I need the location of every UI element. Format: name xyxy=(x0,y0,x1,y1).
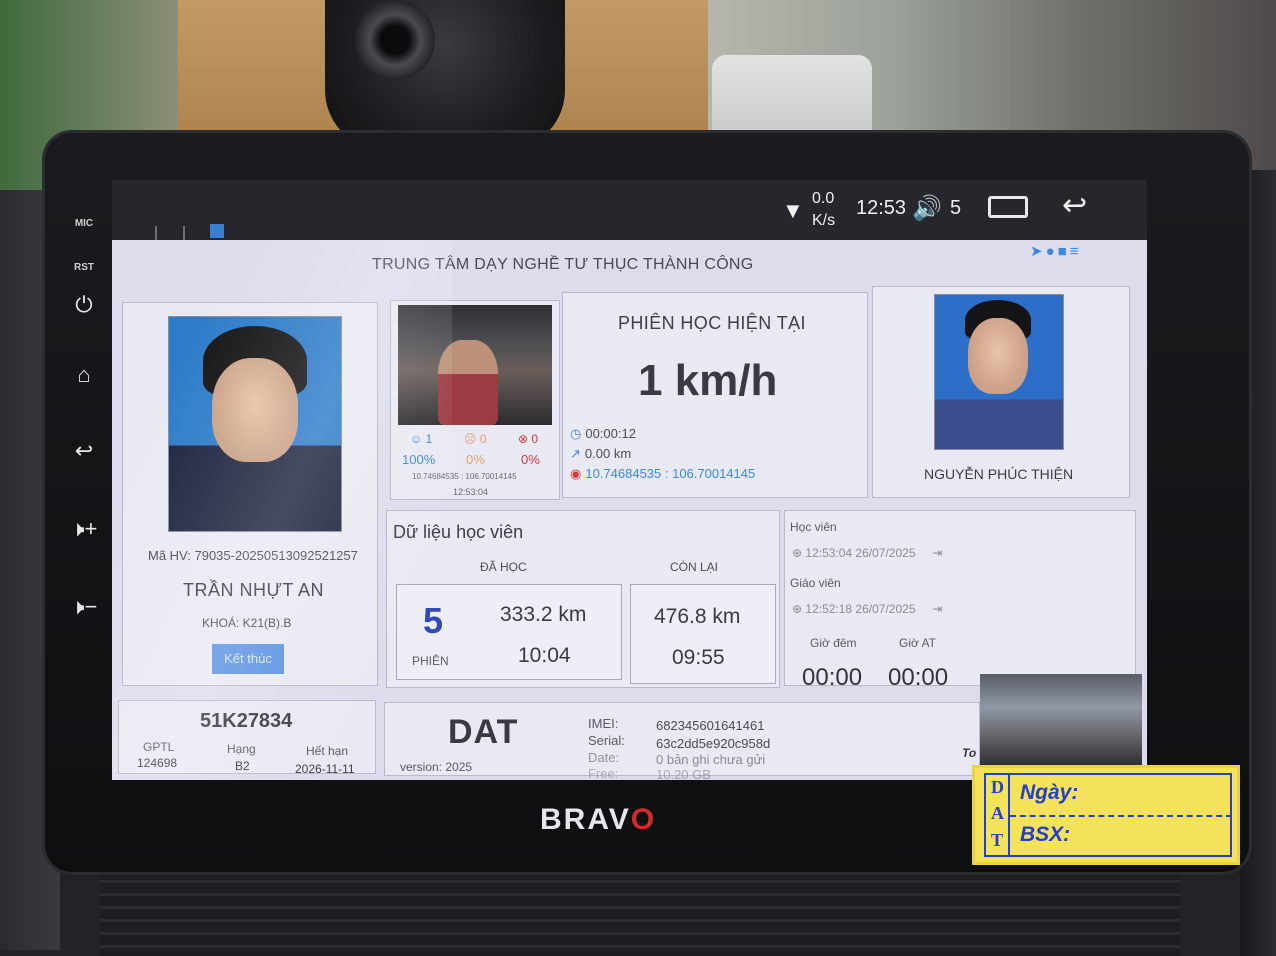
app-shortcut-icon[interactable] xyxy=(210,224,224,238)
gps-icon: ◉ xyxy=(570,466,582,481)
camera-timestamp: 12:53:04 xyxy=(453,487,489,497)
sticker-letter-a: A xyxy=(991,803,1004,823)
class-value: B2 xyxy=(235,759,250,773)
expiry-value: 2026-11-11 xyxy=(295,762,355,776)
nav-back-icon[interactable]: ↩ xyxy=(1062,188,1087,223)
serial-label: Serial: xyxy=(588,733,625,748)
home-icon[interactable]: ⌂ xyxy=(56,362,112,388)
rst-button[interactable]: RST xyxy=(56,262,112,273)
back-icon[interactable]: ↩ xyxy=(56,438,112,464)
auto-hours-value: 00:00 xyxy=(888,664,949,691)
student-checkin-time: ⊕ 12:53:04 26/07/2025 ⇥ xyxy=(792,546,943,560)
clock-icon: ◷ xyxy=(570,426,582,441)
student-face xyxy=(212,358,298,462)
volume-icon[interactable]: 🔊 xyxy=(912,194,942,223)
expiry-label: Hết hạn xyxy=(306,744,349,758)
checkin-log-card xyxy=(784,510,1136,686)
camera-coordinates: 10.74684535 : 106.70014145 xyxy=(412,472,517,481)
brand-logo: BRAVO xyxy=(540,803,657,836)
end-session-button[interactable]: Kết thúc xyxy=(212,644,284,674)
clock: 12:53 xyxy=(856,197,907,219)
teacher-checkin-label: Giáo viên xyxy=(790,576,841,590)
network-speed: 0.0 K/s xyxy=(812,190,836,229)
remaining-distance: 476.8 km xyxy=(654,605,741,628)
face-match-percent: 100% xyxy=(402,452,436,467)
sticker-plate-label: BSX: xyxy=(1020,823,1071,846)
recent-apps-icon[interactable] xyxy=(988,196,1028,218)
imei-label: IMEI: xyxy=(588,716,619,731)
gptl-label: GPTL xyxy=(143,740,175,754)
sticker-letter-t: T xyxy=(991,830,1004,850)
student-id: Mã HV: 79035-20250513092521257 xyxy=(148,548,358,563)
free-label: Free: xyxy=(588,766,619,781)
class-label: Hạng xyxy=(227,742,256,756)
road-camera-feed xyxy=(980,674,1142,768)
date-label: Date: xyxy=(588,750,620,765)
date-value: 0 bản ghi chưa gửi xyxy=(656,752,766,767)
auto-hours-label: Giờ AT xyxy=(899,636,936,650)
dat-version: version: 2025 xyxy=(400,760,473,774)
license-plate: 51K27834 xyxy=(200,710,293,732)
face-match-count: ☺ 1 xyxy=(410,432,433,446)
session-count: 5 xyxy=(423,600,444,641)
route-icon: ↗ xyxy=(570,446,581,461)
session-count-label: PHIÊN xyxy=(412,654,449,668)
globe-icon[interactable]: ● xyxy=(1046,243,1058,260)
imei-value: 682345601641461 xyxy=(656,718,765,733)
session-gps: ◉ 10.74684535 : 106.70014145 xyxy=(570,466,756,481)
database-icon[interactable]: ≡ xyxy=(1070,243,1082,260)
face-warning-count: ☹ 0 xyxy=(464,432,487,446)
learner-data-title: Dữ liệu học viên xyxy=(393,522,524,542)
instructor-face xyxy=(968,318,1028,394)
road-camera-label: To xyxy=(962,746,977,760)
done-distance: 333.2 km xyxy=(500,603,587,626)
camera-lens-icon xyxy=(355,0,435,80)
power-icon[interactable]: ⏻ xyxy=(56,292,112,318)
camera-icon[interactable]: ■ xyxy=(1058,243,1070,260)
session-speed: 1 km/h xyxy=(638,356,778,405)
student-checkin-label: Học viên xyxy=(790,520,837,534)
gptl-value: 124698 xyxy=(137,756,178,770)
location-icon[interactable]: ➤ xyxy=(1030,243,1046,260)
session-title: PHIÊN HỌC HIỆN TẠI xyxy=(618,313,806,333)
done-time: 10:04 xyxy=(518,644,571,667)
student-name: TRẦN NHỰT AN xyxy=(183,580,325,600)
wifi-icon: ▼ xyxy=(782,198,804,223)
volume-level: 5 xyxy=(950,197,962,219)
student-course: KHOÁ: K21(B).B xyxy=(202,616,292,630)
session-duration: ◷ 00:00:12 xyxy=(570,426,636,441)
app-title: TRUNG TÂM DẠY NGHỀ TƯ THỤC THÀNH CÔNG xyxy=(372,256,754,273)
face-fail-percent: 0% xyxy=(521,452,540,467)
sticker-divider xyxy=(1010,815,1232,817)
session-distance: ↗ 0.00 km xyxy=(570,446,632,461)
air-vent xyxy=(100,870,1180,956)
cabin-driver xyxy=(438,340,498,425)
remaining-time: 09:55 xyxy=(672,646,725,669)
sticker-letter-d: D xyxy=(991,777,1004,797)
volume-up-icon[interactable]: 🕨+ xyxy=(56,516,112,542)
instructor-name: NGUYỄN PHÚC THIỆN xyxy=(924,466,1074,482)
sticker-date-label: Ngày: xyxy=(1020,781,1079,804)
night-hours-label: Giờ đêm xyxy=(810,636,857,650)
top-toolbar-icons: ➤●■≡ xyxy=(1030,242,1081,260)
teacher-checkin-time: ⊕ 12:52:18 26/07/2025 ⇥ xyxy=(792,602,943,616)
dat-logo: DAT xyxy=(448,713,519,751)
volume-down-icon[interactable]: 🕨− xyxy=(56,594,112,620)
serial-value: 63c2dd5e920c958d xyxy=(656,736,771,751)
done-header: ĐÃ HỌC xyxy=(480,560,527,574)
remaining-header: CÒN LẠI xyxy=(670,560,719,574)
face-fail-count: ⊗ 0 xyxy=(518,432,539,446)
face-warning-percent: 0% xyxy=(466,452,485,467)
free-value: 10.20 GB xyxy=(656,767,711,782)
mic-label: MIC xyxy=(74,218,94,229)
hardware-button-panel: MIC RST ⏻ ⌂ ↩ 🕨+ 🕨− xyxy=(56,210,112,630)
night-hours-value: 00:00 xyxy=(802,664,863,691)
